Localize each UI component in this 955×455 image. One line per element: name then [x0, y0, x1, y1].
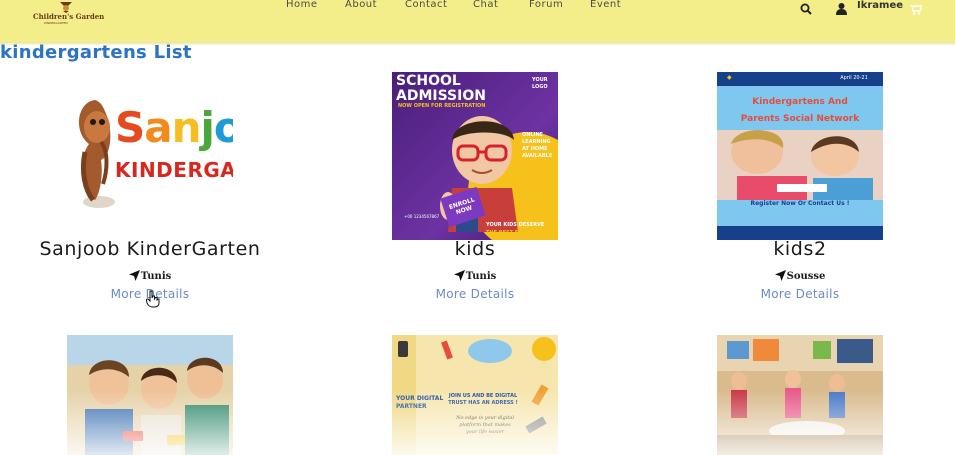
kindergarten-location: Tunis	[395, 270, 555, 282]
poster-online-text: ONLINE LEARNING AT HOME AVAILABLE	[522, 132, 553, 159]
location-label: Sousse	[786, 271, 826, 282]
kindergarten-name: kids	[454, 238, 496, 260]
classroom-photo	[717, 335, 883, 455]
nav-chat[interactable]: Chat	[473, 0, 498, 10]
search-icon[interactable]	[800, 0, 812, 19]
poster-register: Register Now Or Contact Us !	[750, 200, 850, 207]
kindergarten-name: kids2	[773, 238, 827, 260]
location-label: Tunis	[465, 271, 497, 282]
site-logo[interactable]: Children's Garden KINDERGARTEN	[30, 0, 105, 26]
nav-contact[interactable]: Contact	[405, 0, 447, 10]
kindergarten-image-row2-2[interactable]: JOIN US AND BE DIGITAL TRUST HAS AN ADRE…	[392, 335, 558, 455]
poster-phone: +00 1234567867	[404, 214, 440, 219]
poster-children-photo	[717, 130, 883, 200]
location-arrow-icon	[128, 270, 140, 281]
cart-icon[interactable]	[910, 0, 924, 19]
kindergarten-image-kids[interactable]: SCHOOL ADMISSION NOW OPEN FOR REGISTRATI…	[392, 72, 558, 240]
poster-body-text: No edge is your digital platform that ma…	[456, 415, 514, 435]
kindergarten-image-kids2[interactable]: ◆ April 20-21 Kindergartens And Parents …	[717, 72, 883, 240]
poster-date: April 20-21	[840, 75, 868, 81]
location-arrow-icon	[453, 270, 465, 281]
poster-title: SCHOOL ADMISSION	[396, 73, 486, 104]
poster-side-text: YOUR DIGITAL PARTNER	[396, 395, 444, 410]
hand-cursor-icon	[146, 290, 160, 308]
more-details-link[interactable]: More Details	[395, 287, 555, 301]
poster-headline: JOIN US AND BE DIGITAL TRUST HAS AN ADRE…	[448, 393, 518, 406]
sanjoob-logo-text: Sanjoob	[115, 103, 233, 152]
location-arrow-icon	[774, 270, 786, 281]
poster-headline: Kindergartens And Parents Social Network	[740, 97, 860, 124]
user-icon[interactable]	[836, 0, 847, 19]
kindergarten-image-row2-1[interactable]	[67, 335, 233, 455]
logo-subtext: KINDERGARTEN	[44, 21, 68, 25]
nav-event[interactable]: Event	[590, 0, 621, 10]
poster-footer-2: THE BEST EDUCATION	[486, 230, 548, 236]
location-label: Tunis	[140, 271, 172, 282]
kindergarten-location: Tunis	[70, 270, 230, 282]
nav-about[interactable]: About	[345, 0, 377, 10]
kindergarten-image-row2-3[interactable]	[717, 335, 883, 455]
poster-logo-text: YOUR LOGO	[532, 77, 548, 90]
nav-home[interactable]: Home	[286, 0, 318, 10]
nav-forum[interactable]: Forum	[529, 0, 563, 10]
poster-subtitle: NOW OPEN FOR REGISTRATION	[398, 103, 486, 109]
kindergarten-image-sanjoob[interactable]: Sanjoob KINDERGARTEN	[67, 72, 233, 240]
more-details-link[interactable]: More Details	[720, 287, 880, 301]
enroll-badge-text: ENROLL NOW	[448, 196, 476, 217]
sanjoob-logo-image	[78, 100, 115, 208]
username[interactable]: Ikramee	[857, 0, 903, 12]
poster-brand: ◆	[727, 74, 732, 81]
logo-text: Children's Garden	[33, 12, 105, 21]
page-title: kindergartens List	[0, 42, 192, 63]
children-playing-photo	[67, 335, 233, 455]
poster-footer-1: YOUR KIDS DESERVE	[486, 222, 545, 228]
kindergarten-location: Sousse	[720, 270, 880, 282]
kindergarten-name: Sanjoob KinderGarten	[39, 238, 261, 260]
sanjoob-logo-subtext: KINDERGARTEN	[115, 158, 233, 182]
